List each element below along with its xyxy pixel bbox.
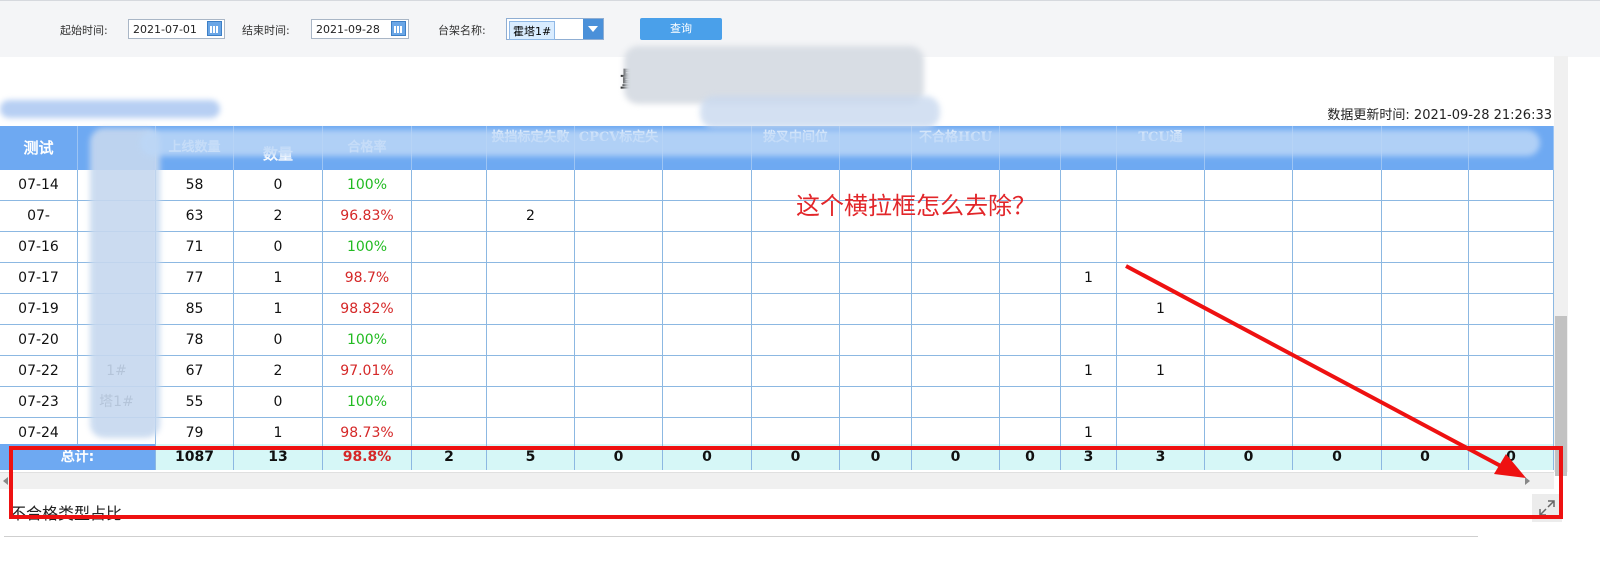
annotation-highlight-box: [9, 446, 1563, 519]
